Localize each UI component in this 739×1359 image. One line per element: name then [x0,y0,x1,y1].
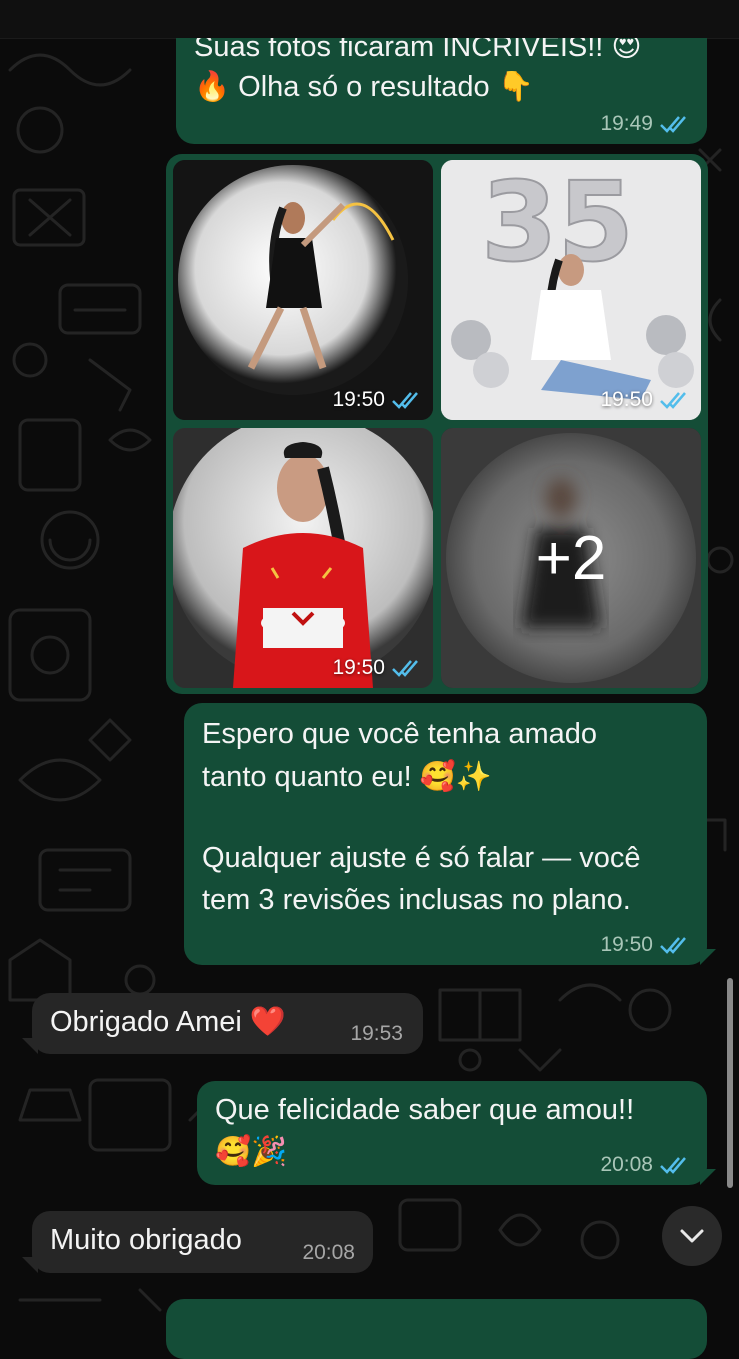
message-time: 19:53 [350,1022,403,1045]
album-photo[interactable]: 19:50 [173,428,433,688]
message-time: 19:50 [600,388,653,411]
scrollbar[interactable] [727,978,733,1188]
chevron-down-icon [680,1229,704,1243]
message-meta: 20:08 [302,1241,355,1265]
message-outgoing[interactable]: Que felicidade saber que amou!! 🥰🎉 20:08 [197,1081,707,1185]
message-text-line: Que felicidade saber que amou!! [215,1094,635,1126]
message-time: 19:49 [600,112,653,135]
message-text-line: 🥰🎉 [215,1136,288,1168]
photo-meta: 19:50 [332,388,421,412]
bubble-tail [22,1257,38,1273]
photo-meta: 19:50 [600,388,689,412]
album-photo-more[interactable]: +2 [441,428,701,688]
message-time: 19:50 [600,933,653,956]
bubble-tail [22,1038,38,1054]
message-text: Muito obrigado [50,1224,242,1256]
photo-meta: 19:50 [332,656,421,680]
message-text-line: 🔥 Olha só o resultado 👇 [194,71,534,103]
double-check-read-icon [392,660,418,677]
photo-red-dress-cake-image [173,428,433,688]
message-text-line: tanto quanto eu! 🥰✨ [202,761,492,793]
double-check-read-icon [660,937,686,954]
message-meta: 19:50 [600,933,689,957]
scroll-to-bottom-button[interactable] [662,1206,722,1266]
double-check-read-icon [660,1157,686,1174]
message-meta: 19:49 [600,112,689,136]
header-cover [0,0,739,38]
message-outgoing-partial[interactable] [166,1299,707,1359]
album-photo[interactable]: 35 19:50 [441,160,701,420]
message-text-line: Qualquer ajuste é só falar — você [202,842,641,874]
message-incoming[interactable]: Obrigado Amei ❤️ 19:53 [32,993,423,1054]
double-check-read-icon [660,392,686,409]
message-time: 19:50 [332,656,385,679]
message-outgoing[interactable]: Espero que você tenha amado tanto quanto… [184,703,707,965]
double-check-read-icon [660,116,686,133]
message-time: 19:50 [332,388,385,411]
message-text-line: Espero que você tenha amado [202,718,597,750]
bubble-tail [700,1169,716,1185]
double-check-read-icon [392,392,418,409]
message-meta: 20:08 [600,1153,689,1177]
album-photo[interactable]: 19:50 [173,160,433,420]
photo-balloons-image: 35 [441,160,701,420]
photo-album-message[interactable]: 19:50 35 19:50 19:50 +2 [166,154,708,694]
message-text-line: tem 3 revisões inclusas no plano. [202,884,631,916]
bubble-tail [700,949,716,965]
message-time: 20:08 [600,1153,653,1176]
message-text: Obrigado Amei ❤️ [50,1006,286,1038]
message-time: 20:08 [302,1241,355,1264]
photo-sparkler-image [173,160,433,420]
message-incoming[interactable]: Muito obrigado 20:08 [32,1211,373,1273]
more-photos-count: +2 [535,523,607,593]
message-meta: 19:53 [350,1022,403,1046]
